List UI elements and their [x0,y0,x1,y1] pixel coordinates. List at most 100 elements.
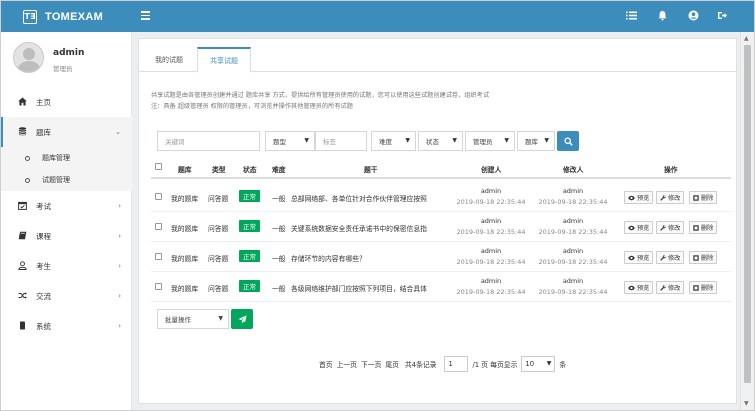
bank-select[interactable]: 题库 ▼ [517,131,555,151]
page-number-input[interactable]: 1 [444,356,469,372]
cell-difficulty: 一般 [272,255,286,263]
difficulty-select-value: 难度 [379,138,392,146]
cell-stem[interactable]: 总部网络部、各单位针对合作伙伴管理应按照 [291,193,427,203]
sidebar-item-label: 主页 [36,97,51,107]
sidebar-subitem-bank-manage[interactable]: 题库管理 [1,147,132,169]
eye-icon [628,255,635,261]
difficulty-select[interactable]: 难度 ▼ [371,131,416,151]
cell-created-time: 2019-09-18 22:35:44 [456,228,526,236]
admin-select[interactable]: 管理员 ▼ [465,131,515,151]
delete-button[interactable]: 删除 [689,191,718,204]
row-checkbox[interactable] [155,193,162,200]
brand[interactable]: T∃ TOMEXAM [1,1,132,32]
sidebar-item-exchange[interactable]: 交流 › [1,281,132,311]
pager-prev-link[interactable]: 上一页 [337,359,357,369]
content-card: 我的试题 共享试题 共享试题是由各管理员创建并通过 题库共享 方式，提供给所有管… [138,38,738,404]
cell-modified-time: 2019-09-18 22:35:44 [538,198,608,206]
list-icon[interactable] [626,10,637,21]
sidebar-subitem-label: 题库管理 [42,154,70,162]
row-checkbox[interactable] [155,253,162,260]
delete-button[interactable]: 删除 [689,251,718,264]
sidebar-item-course[interactable]: 课程 › [1,221,132,251]
pager-last-link[interactable]: 尾页 [385,359,399,369]
preview-button[interactable]: 预览 [624,281,654,294]
row-checkbox[interactable] [155,223,162,230]
preview-button-label: 预览 [637,225,650,232]
wrench-icon [660,284,666,291]
cell-stem[interactable]: 各级网络维护部门应按照下列项目，结合具体 [291,283,427,293]
sidebar-item-system[interactable]: 系统 › [1,311,132,341]
caret-down-icon: ▼ [452,137,457,144]
scroll-down-arrow-icon[interactable]: ▼ [744,400,749,407]
sidebar-item-home[interactable]: 主页 [1,87,132,117]
type-select[interactable]: 题型 ▼ [265,131,315,151]
tab-bar: 我的试题 共享试题 [139,39,738,73]
status-badge: 正常 [239,250,260,262]
menu-toggle-icon[interactable] [141,11,150,20]
wrench-icon [660,224,666,231]
preview-button[interactable]: 预览 [624,251,654,264]
cell-created-time: 2019-09-18 22:35:44 [456,258,526,266]
delete-button[interactable]: 删除 [689,281,718,294]
circle-icon [25,177,30,183]
pager-page-suffix: /1 页 每页显示 [472,361,518,369]
notice-line-2: 注：具备 超级管理员 权限的管理员，可浏览并操作其他管理员的所有试题 [151,103,353,110]
sign-out-icon[interactable] [717,10,728,21]
pager-next-link[interactable]: 下一页 [361,359,381,369]
sidebar-subitem-question-manage[interactable]: 试题管理 [1,169,132,191]
cell-stem[interactable]: 存储环节的内容有哪些？ [291,253,366,263]
chevron-right-icon: › [118,232,121,240]
preview-button[interactable]: 预览 [624,221,654,234]
sidebar-item-exam[interactable]: 考试 › [1,191,132,221]
keyword-input[interactable]: 关键词 [157,131,260,151]
delete-button-label: 删除 [701,195,714,202]
vertical-scrollbar[interactable]: ▲ ▼ [740,32,754,410]
sidebar-item-examinee[interactable]: 考生 › [1,251,132,281]
wrench-icon [660,254,666,261]
type-select-value: 题型 [273,138,286,146]
status-select-value: 状态 [426,138,439,146]
tab-shared-questions[interactable]: 共享试题 [197,47,251,73]
status-select[interactable]: 状态 ▼ [418,131,463,151]
cell-modified-time: 2019-09-18 22:35:44 [538,228,608,236]
user-role: 管理员 [53,65,73,73]
notice-text: 共享试题是由各管理员创建并通过 题库共享 方式，提供给所有管理员使用的试题，您可… [151,90,489,112]
bell-icon[interactable] [657,10,668,21]
cell-bank: 我的题库 [171,285,199,293]
edit-button[interactable]: 修改 [656,251,685,264]
cell-stem[interactable]: 关键系统数据安全责任承诺书中的保密信息指 [291,223,427,233]
search-button[interactable] [557,131,579,151]
edit-button-label: 修改 [668,225,681,232]
cell-modifier: admin [562,217,584,225]
preview-button[interactable]: 预览 [624,191,654,204]
pager-total: 共4条记录 [404,361,437,369]
cell-creator: admin [480,187,502,195]
select-all-checkbox[interactable] [155,163,162,170]
caret-down-icon: ▼ [504,137,509,144]
cell-modified-time: 2019-09-18 22:35:44 [538,288,608,296]
user-circle-icon[interactable] [688,10,699,21]
page-size-select[interactable]: 10 ▼ [521,356,556,372]
row-checkbox[interactable] [155,283,162,290]
tab-my-questions[interactable]: 我的试题 [143,47,195,73]
edit-button[interactable]: 修改 [656,191,685,204]
scroll-up-arrow-icon[interactable]: ▲ [744,35,749,42]
trash-icon [693,224,699,231]
cell-creator: admin [480,277,502,285]
col-stem: 题干 [364,166,378,174]
table-row: 我的题库 问答题 正常 一般 总部网络部、各单位针对合作伙伴管理应按照 admin 2019… [151,182,731,212]
sidebar-item-question-bank[interactable]: 题库 ⌄ [1,117,132,147]
edit-button[interactable]: 修改 [656,281,685,294]
chevron-right-icon: › [118,322,121,330]
tag-input[interactable]: 标签 [315,131,367,151]
delete-button[interactable]: 删除 [689,221,718,234]
cell-modifier: admin [562,247,584,255]
batch-submit-button[interactable] [231,309,253,329]
book-icon [17,231,27,242]
edit-button[interactable]: 修改 [656,221,685,234]
scrollbar-thumb[interactable] [744,45,751,383]
pager-first-link[interactable]: 首页 [319,359,333,369]
cell-difficulty: 一般 [272,285,286,293]
batch-select[interactable]: 批量操作 ▼ [157,309,229,329]
caret-down-icon: ▼ [218,315,223,322]
